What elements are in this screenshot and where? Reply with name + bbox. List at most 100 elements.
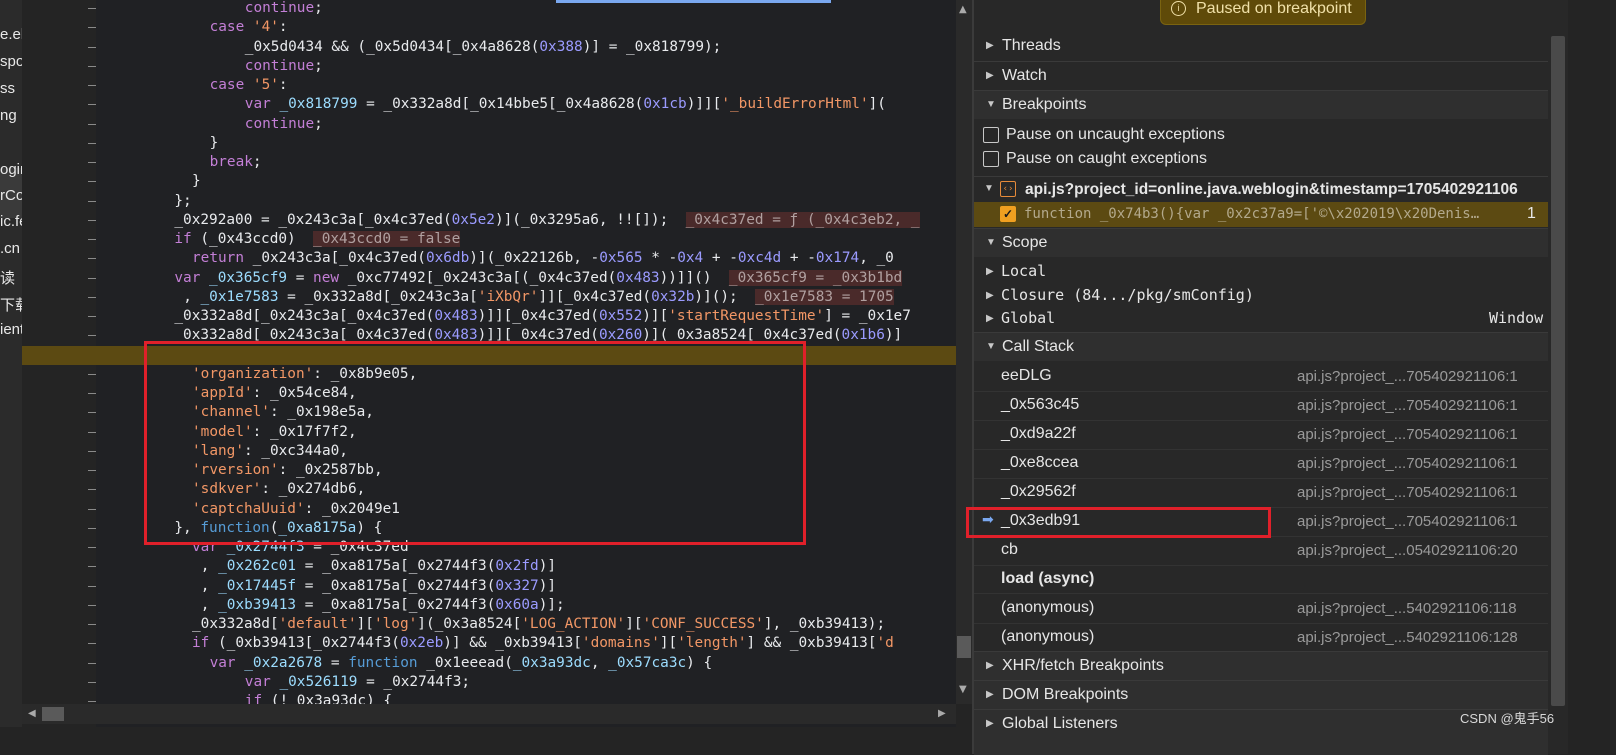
gutter-marker[interactable] [88, 239, 96, 240]
section-xhr-breakpoints[interactable]: ▶ XHR/fetch Breakpoints [974, 651, 1548, 680]
gutter-marker[interactable] [88, 701, 96, 702]
code-line[interactable]: return _0x243c3a[_0x4c37ed(0x6db)](_0x22… [192, 249, 894, 268]
gutter-marker[interactable] [88, 643, 96, 645]
gutter-marker[interactable] [88, 296, 96, 298]
section-watch[interactable]: ▶ Watch [974, 61, 1548, 90]
call-frame[interactable]: cb api.js?project_...05402921106:20 [974, 536, 1548, 566]
navigator-item[interactable]: 下载 [0, 294, 22, 315]
gutter-marker[interactable] [88, 65, 96, 67]
gutter-marker[interactable] [88, 142, 96, 144]
code-line[interactable]: if (_0x43ccd0) _0x43ccd0 = false [174, 230, 461, 249]
gutter-marker[interactable] [88, 85, 96, 86]
code-line[interactable]: _0x5d0434 && (_0x5d0434[_0x4a8628(0x388)… [245, 38, 722, 57]
call-frame[interactable]: _0x29562f api.js?project_...705402921106:… [974, 478, 1548, 508]
navigator-item[interactable]: spo [0, 53, 22, 70]
scroll-left-icon[interactable]: ◀ [28, 708, 36, 719]
gutter-marker[interactable] [88, 547, 96, 548]
gutter-marker[interactable] [88, 508, 96, 510]
call-frame-location[interactable]: api.js?project_...705402921106:1 [1297, 513, 1518, 530]
navigator-item[interactable]: ic.fe [0, 213, 22, 230]
code-line[interactable]: if (_0xb39413[_0x2744f3(0x2eb)] && _0xb3… [192, 634, 894, 653]
code-line[interactable]: , _0xb39413 = _0xa8175a[_0x2744f3(0x60a)… [201, 596, 565, 615]
code-line[interactable]: _0x292a00 = _0x243c3a[_0x4c37ed(0x5e2)](… [174, 211, 920, 230]
breakpoint-entry[interactable]: ✓ function _0x74b3(){var _0x2c37a9=['©\x… [974, 202, 1548, 227]
navigator-item[interactable]: e.elc [0, 26, 22, 43]
code-line[interactable]: var _0x818799 = _0x332a8d[_0x14bbe5[_0x4… [245, 95, 886, 114]
gutter-marker[interactable] [88, 604, 96, 606]
gutter-marker[interactable] [88, 335, 96, 337]
scroll-right-icon[interactable]: ▶ [938, 708, 946, 719]
code-line[interactable]: continue; [245, 0, 323, 18]
scope-global[interactable]: ▶ Global Window [974, 308, 1548, 330]
gutter-marker[interactable] [88, 181, 96, 183]
call-frame-location[interactable]: api.js?project_...05402921106:20 [1297, 542, 1518, 559]
gutter-marker[interactable] [88, 8, 96, 9]
code-line[interactable]: , _0x1e7583 = _0x332a8d[_0x243c3a['iXbQr… [183, 288, 894, 307]
gutter-marker[interactable] [88, 470, 96, 471]
call-frame[interactable]: _0x563c45 api.js?project_...705402921106:… [974, 391, 1548, 421]
section-scope[interactable]: ▼ Scope [974, 228, 1548, 257]
code-line[interactable]: , _0x262c01 = _0xa8175a[_0x2744f3(0x2fd)… [201, 557, 556, 576]
editor-horizontal-scroll-thumb[interactable] [42, 707, 64, 721]
code-line[interactable]: , _0x17445f = _0xa8175a[_0x2744f3(0x327)… [201, 577, 556, 596]
call-frame-location[interactable]: api.js?project_...705402921106:1 [1297, 455, 1518, 472]
gutter-marker[interactable] [88, 316, 96, 317]
gutter-marker[interactable] [88, 219, 96, 221]
code-line[interactable]: continue; [245, 57, 323, 76]
call-frame[interactable]: eeDLG api.js?project_...705402921106:1 [974, 362, 1548, 392]
call-frame-location[interactable]: api.js?project_...705402921106:1 [1297, 368, 1518, 385]
call-frame-location[interactable]: api.js?project_...705402921106:1 [1297, 397, 1518, 414]
gutter-marker[interactable] [88, 123, 96, 125]
gutter-marker[interactable] [88, 662, 96, 664]
call-frame-location[interactable]: api.js?project_...705402921106:1 [1297, 426, 1518, 443]
navigator-item[interactable]: ient [0, 321, 22, 338]
scroll-up-icon[interactable]: ▲ [959, 4, 967, 15]
breakpoint-enabled-checkbox[interactable]: ✓ [1000, 206, 1016, 222]
gutter-marker[interactable] [88, 624, 96, 625]
section-dom-breakpoints[interactable]: ▶ DOM Breakpoints [974, 680, 1548, 709]
pause-uncaught-checkbox[interactable] [983, 127, 999, 143]
call-frame-location[interactable]: api.js?project_...705402921106:1 [1297, 484, 1518, 501]
pause-caught-option[interactable]: Pause on caught exceptions [974, 149, 1548, 171]
editor-vertical-scroll-thumb[interactable] [957, 636, 971, 658]
gutter-marker[interactable] [88, 46, 96, 48]
code-line[interactable]: case '5': [210, 76, 288, 95]
gutter-marker[interactable] [88, 373, 96, 375]
call-frame[interactable]: _0xd9a22f api.js?project_...705402921106:… [974, 420, 1548, 450]
section-threads[interactable]: ▶ Threads [974, 32, 1548, 60]
scroll-down-icon[interactable]: ▼ [959, 684, 967, 695]
breakpoint-file-row[interactable]: ▼ ‹› api.js?project_id=online.java.weblo… [974, 176, 1548, 203]
editor-vertical-scrollbar[interactable]: ▲ ▼ [956, 0, 972, 704]
code-line[interactable]: break; [210, 153, 262, 172]
navigator-item[interactable]: 读 [0, 267, 15, 288]
sidebar-scroll-thumb[interactable] [1551, 36, 1565, 706]
gutter-marker[interactable] [88, 258, 96, 260]
gutter-marker[interactable] [88, 412, 96, 414]
code-line[interactable]: case '4': [210, 18, 288, 37]
section-call-stack[interactable]: ▼ Call Stack [974, 332, 1548, 361]
async-call-frame[interactable]: (anonymous) api.js?project_...5402921106:… [974, 594, 1548, 624]
editor-horizontal-scrollbar[interactable]: ◀ ▶ [22, 704, 956, 724]
navigator-item[interactable]: ss [0, 80, 15, 97]
gutter-marker[interactable] [88, 489, 96, 491]
code-line[interactable]: }; [174, 192, 191, 211]
code-line[interactable]: } [192, 172, 201, 191]
gutter-marker[interactable] [88, 393, 96, 394]
gutter-marker[interactable] [88, 585, 96, 587]
code-line[interactable]: _0x332a8d[_0x243c3a[_0x4c37ed(0x483)]][_… [174, 307, 910, 326]
gutter-marker[interactable] [88, 27, 96, 29]
code-line[interactable]: var _0x2a2678 = function _0x1eeead(_0x3a… [210, 654, 713, 673]
call-frame-location[interactable]: api.js?project_...5402921106:118 [1297, 600, 1517, 617]
gutter-marker[interactable] [88, 277, 96, 279]
code-line[interactable]: continue; [245, 115, 323, 134]
call-frame-location[interactable]: api.js?project_...5402921106:128 [1297, 629, 1518, 646]
async-call-frame[interactable]: (anonymous) api.js?project_...5402921106:… [974, 623, 1548, 653]
gutter-marker[interactable] [88, 200, 96, 202]
code-line[interactable]: var _0x526119 = _0x2744f3; [245, 673, 470, 692]
pause-caught-checkbox[interactable] [983, 151, 999, 167]
gutter-marker[interactable] [88, 450, 96, 452]
gutter-marker[interactable] [88, 162, 96, 163]
gutter-marker[interactable] [88, 527, 96, 529]
gutter-marker[interactable] [88, 431, 96, 433]
code-line[interactable]: var _0x365cf9 = new _0xc77492[_0x243c3a[… [174, 269, 903, 288]
